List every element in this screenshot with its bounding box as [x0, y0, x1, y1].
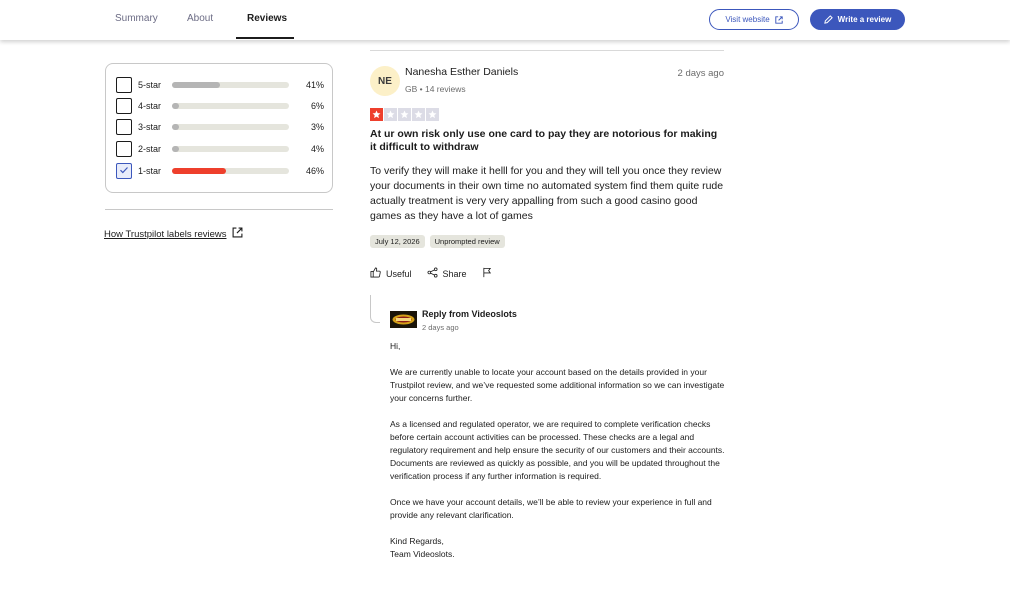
star-empty-icon — [398, 108, 411, 121]
tab-about[interactable]: About — [187, 13, 213, 24]
filter-row-1-star[interactable]: 1-star 46% — [116, 163, 324, 179]
reply-paragraph: Once we have your account details, we’ll… — [390, 497, 712, 520]
divider — [105, 209, 333, 210]
avatar[interactable]: NE — [370, 66, 400, 96]
checkbox-5-star[interactable] — [116, 77, 132, 93]
reviewer-name[interactable]: Nanesha Esther Daniels — [405, 66, 518, 78]
reply-from: Reply from Videoslots — [422, 309, 517, 319]
reply-date: 2 days ago — [422, 323, 459, 332]
checkbox-4-star[interactable] — [116, 98, 132, 114]
filter-percent: 6% — [310, 101, 324, 111]
active-tab-indicator — [236, 37, 294, 39]
rating-bar — [172, 124, 289, 130]
filter-row-5-star[interactable]: 5-star 41% — [116, 77, 324, 93]
how-trustpilot-labels-link[interactable]: How Trustpilot labels reviews — [104, 227, 243, 241]
tab-summary[interactable]: Summary — [115, 13, 158, 24]
star-filled-icon — [370, 108, 383, 121]
visit-website-button[interactable]: Visit website — [709, 9, 799, 30]
filter-label: 5-star — [138, 80, 162, 90]
rating-bar — [172, 146, 289, 152]
filter-label: 2-star — [138, 144, 162, 154]
reply-connector-line — [370, 295, 380, 323]
reply-paragraph: Kind Regards, Team Videoslots. — [390, 536, 455, 559]
reply-paragraph: Hi, — [390, 341, 401, 351]
write-review-button[interactable]: Write a review — [810, 9, 905, 30]
flag-icon — [482, 267, 493, 280]
filter-row-2-star[interactable]: 2-star 4% — [116, 141, 324, 157]
rating-bar-fill — [172, 82, 220, 88]
filter-percent: 3% — [310, 122, 324, 132]
external-link-icon — [232, 227, 243, 241]
review-actions: Useful Share — [370, 267, 493, 280]
filter-percent: 41% — [305, 80, 324, 90]
videoslots-logo — [390, 311, 417, 328]
review-chips: July 12, 2026 Unprompted review — [370, 235, 505, 248]
rating-bar — [172, 103, 289, 109]
rating-bar-fill — [172, 146, 180, 152]
reply-paragraph: We are currently unable to locate your a… — [390, 367, 725, 403]
date-of-experience-chip: July 12, 2026 — [370, 235, 425, 248]
filter-percent: 46% — [305, 166, 324, 176]
rating-bar-fill — [172, 124, 180, 130]
top-nav: Summary About Reviews Visit website Writ… — [0, 0, 1010, 40]
reply-paragraph: As a licensed and regulated operator, we… — [390, 419, 725, 481]
checkbox-1-star[interactable] — [116, 163, 132, 179]
unprompted-review-chip[interactable]: Unprompted review — [429, 235, 505, 248]
checkbox-2-star[interactable] — [116, 141, 132, 157]
filter-row-4-star[interactable]: 4-star 6% — [116, 98, 324, 114]
review-body: To verify they will make it helll for yo… — [370, 165, 724, 222]
share-label: Share — [442, 268, 467, 279]
how-link-label: How Trustpilot labels reviews — [104, 228, 227, 240]
rating-bar-fill — [172, 103, 180, 109]
visit-website-label: Visit website — [725, 15, 770, 24]
star-empty-icon — [384, 108, 397, 121]
checkmark-icon — [119, 162, 129, 180]
filter-percent: 4% — [310, 144, 324, 154]
pencil-icon — [823, 15, 833, 24]
share-icon — [427, 267, 438, 280]
filter-row-3-star[interactable]: 3-star 3% — [116, 119, 324, 135]
review-date: 2 days ago — [677, 68, 724, 79]
rating-bar — [172, 82, 289, 88]
reviewer-meta: GB • 14 reviews — [405, 84, 466, 94]
report-button[interactable] — [482, 267, 493, 280]
review-title[interactable]: At ur own risk only use one card to pay … — [370, 128, 724, 154]
star-rating — [370, 108, 439, 121]
useful-label: Useful — [386, 268, 412, 279]
external-link-icon — [774, 15, 783, 24]
star-empty-icon — [412, 108, 425, 121]
useful-button[interactable]: Useful — [370, 267, 412, 280]
filter-label: 4-star — [138, 101, 162, 111]
rating-bar-fill — [172, 168, 226, 174]
thumbs-up-icon — [370, 267, 381, 280]
star-empty-icon — [426, 108, 439, 121]
rating-bar — [172, 168, 289, 174]
reply-body: Hi, We are currently unable to locate yo… — [390, 340, 730, 561]
tab-reviews[interactable]: Reviews — [247, 13, 287, 24]
divider — [370, 50, 724, 51]
star-filter-panel: 5-star 41% 4-star 6% 3-star 3% 2-star 4%… — [105, 63, 333, 193]
write-review-label: Write a review — [837, 15, 892, 24]
filter-label: 3-star — [138, 122, 162, 132]
filter-label: 1-star — [138, 166, 162, 176]
checkbox-3-star[interactable] — [116, 119, 132, 135]
share-button[interactable]: Share — [427, 267, 467, 280]
